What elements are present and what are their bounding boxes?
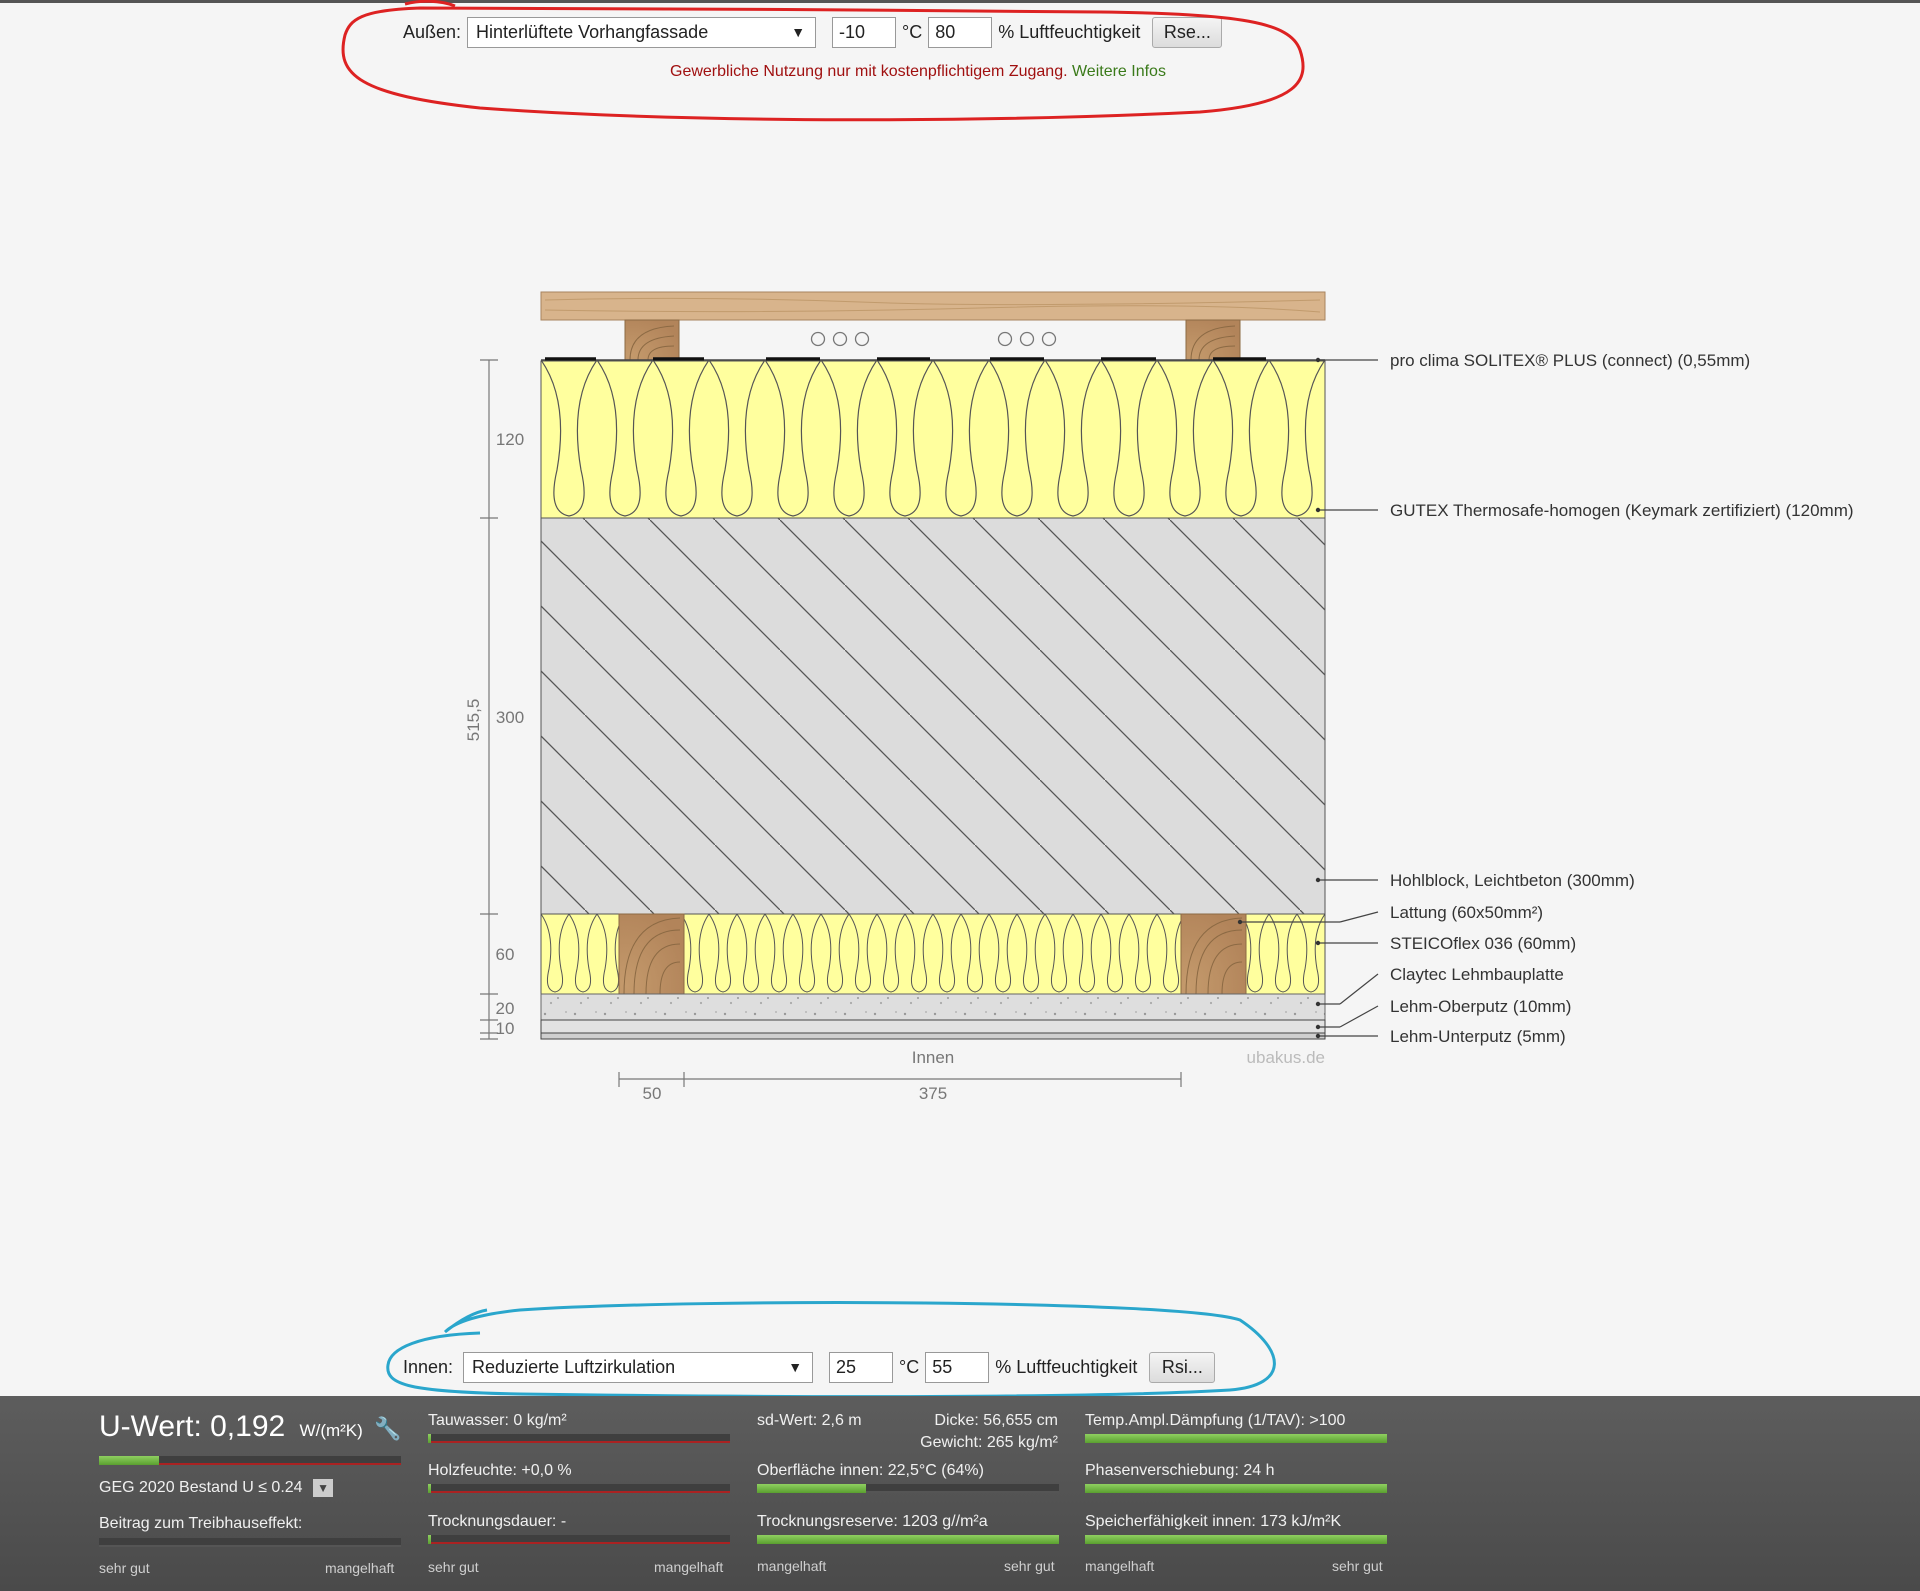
surface-temp-label: Oberfläche innen: 22,5°C (64%) <box>757 1462 984 1479</box>
drying-reserve-label: Trocknungsreserve: 1203 g//m²a <box>757 1513 988 1530</box>
u-value-display: U-Wert: 0,192 W/(m²K) <box>99 1410 363 1444</box>
drying-reserve-gauge <box>757 1535 1059 1544</box>
tav-label: Temp.Ampl.Dämpfung (1/TAV): >100 <box>1085 1412 1346 1429</box>
scale-bad-1: mangelhaft <box>325 1560 395 1576</box>
condensation-label: Tauwasser: 0 kg/m² <box>428 1412 567 1429</box>
dim-10: 10 <box>496 1019 515 1038</box>
layer-label-hohlblock: Hohlblock, Leichtbeton (300mm) <box>1390 871 1635 890</box>
dim-60: 60 <box>496 945 515 964</box>
condensation-gauge <box>428 1434 730 1443</box>
greenhouse-label: Beitrag zum Treibhauseffekt: <box>99 1515 303 1532</box>
dim-20: 20 <box>496 999 515 1018</box>
inside-temp-unit: °C <box>899 1357 920 1377</box>
layer-label-lehmbauplatte: Claytec Lehmbauplatte <box>1390 965 1564 984</box>
u-value-label: U-Wert: <box>99 1410 202 1443</box>
gutex-insulation-layer <box>540 360 1326 519</box>
tav-gauge <box>1085 1434 1387 1443</box>
wood-moisture-label: Holzfeuchte: +0,0 % <box>428 1462 572 1479</box>
ubakus-watermark: ubakus.de <box>1247 1048 1325 1067</box>
inside-condition-select[interactable]: Reduzierte Luftzirkulation ▼ <box>463 1352 814 1383</box>
inside-humidity-label: % Luftfeuchtigkeit <box>995 1357 1138 1377</box>
layer-label-lattung: Lattung (60x50mm²) <box>1390 903 1543 922</box>
wood-moisture-gauge <box>428 1484 730 1493</box>
tav-gauge-fill <box>1085 1434 1387 1443</box>
u-value-gauge-fill <box>99 1456 160 1465</box>
clay-board-layer <box>540 993 1326 1021</box>
geg-requirement-select[interactable]: GEG 2020 Bestand U ≤ 0.24 ▼ <box>99 1479 334 1497</box>
wrench-icon[interactable]: 🔧 <box>374 1416 401 1442</box>
u-value-gauge <box>99 1456 401 1465</box>
phase-shift-gauge <box>1085 1484 1387 1493</box>
heat-storage-gauge <box>1085 1535 1387 1544</box>
inside-side-label: Innen <box>912 1048 955 1067</box>
phase-shift-gauge-fill <box>1085 1484 1387 1493</box>
surface-temp-gauge <box>757 1484 1059 1493</box>
dim-120: 120 <box>496 430 524 449</box>
inside-temperature-input[interactable]: 25 <box>829 1352 894 1383</box>
chevron-down-icon: ▼ <box>313 1479 334 1497</box>
inside-conditions-row: Innen: Reduzierte Luftzirkulation ▼ 25 °… <box>403 1352 1216 1383</box>
cladding-board <box>540 291 1326 321</box>
rsi-button[interactable]: Rsi... <box>1149 1352 1216 1383</box>
scale-good-4: sehr gut <box>1332 1558 1383 1574</box>
scale-good-1: sehr gut <box>99 1560 150 1576</box>
sd-value-label: sd-Wert: 2,6 m <box>757 1412 862 1429</box>
surface-temp-gauge-fill <box>757 1484 866 1493</box>
greenhouse-gauge <box>99 1538 401 1547</box>
inside-label: Innen: <box>403 1357 454 1377</box>
scale-good-3: sehr gut <box>1004 1558 1055 1574</box>
layer-label-solitex: pro clima SOLITEX® PLUS (connect) (0,55m… <box>1390 351 1750 370</box>
drying-time-gauge <box>428 1535 730 1544</box>
dim-300: 300 <box>496 708 524 727</box>
layer-label-lehm-oberputz: Lehm-Oberputz (10mm) <box>1390 997 1571 1016</box>
wall-construction-diagram: 515,5 120 300 60 20 10 50 375 Innen ubak… <box>464 291 1854 1103</box>
weight-label: Gewicht: 265 kg/m² <box>920 1434 1058 1451</box>
dim-50: 50 <box>643 1084 662 1103</box>
heat-storage-gauge-fill <box>1085 1535 1387 1544</box>
horizontal-dimension-line <box>618 1072 1182 1087</box>
geg-requirement-label: GEG 2020 Bestand U ≤ 0.24 <box>99 1479 303 1496</box>
layer-label-steicoflex: STEICOflex 036 (60mm) <box>1390 934 1576 953</box>
inside-condition-value: Reduzierte Luftzirkulation <box>472 1357 676 1377</box>
ventilation-circles <box>810 331 1057 347</box>
scale-bad-4: mangelhaft <box>1085 1558 1155 1574</box>
layer-label-lehm-unterputz: Lehm-Unterputz (5mm) <box>1390 1027 1566 1046</box>
scale-good-2: sehr gut <box>428 1559 479 1575</box>
inside-humidity-input[interactable]: 55 <box>925 1352 990 1383</box>
heat-storage-label: Speicherfähigkeit innen: 173 kJ/m²K <box>1085 1513 1342 1530</box>
hollow-block-layer <box>540 517 1326 915</box>
drying-reserve-gauge-fill <box>757 1535 1059 1544</box>
drying-time-label: Trocknungsdauer: - <box>428 1513 567 1530</box>
scale-bad-2: mangelhaft <box>654 1559 724 1575</box>
thickness-label: Dicke: 56,655 cm <box>934 1412 1058 1429</box>
clay-base-plaster-layer <box>540 1032 1326 1040</box>
scale-bad-3: mangelhaft <box>757 1558 827 1574</box>
dim-375: 375 <box>919 1084 947 1103</box>
clay-top-plaster-layer <box>540 1019 1326 1034</box>
dim-total: 515,5 <box>464 699 483 742</box>
chevron-down-icon: ▼ <box>788 1359 803 1375</box>
phase-shift-label: Phasenverschiebung: 24 h <box>1085 1462 1275 1479</box>
results-panel: U-Wert: 0,192 W/(m²K) 🔧 GEG 2020 Bestand… <box>0 1396 1920 1591</box>
layer-label-gutex: GUTEX Thermosafe-homogen (Keymark zertif… <box>1390 501 1854 520</box>
u-value-unit: W/(m²K) <box>299 1421 363 1440</box>
u-value-number: 0,192 <box>210 1410 286 1443</box>
